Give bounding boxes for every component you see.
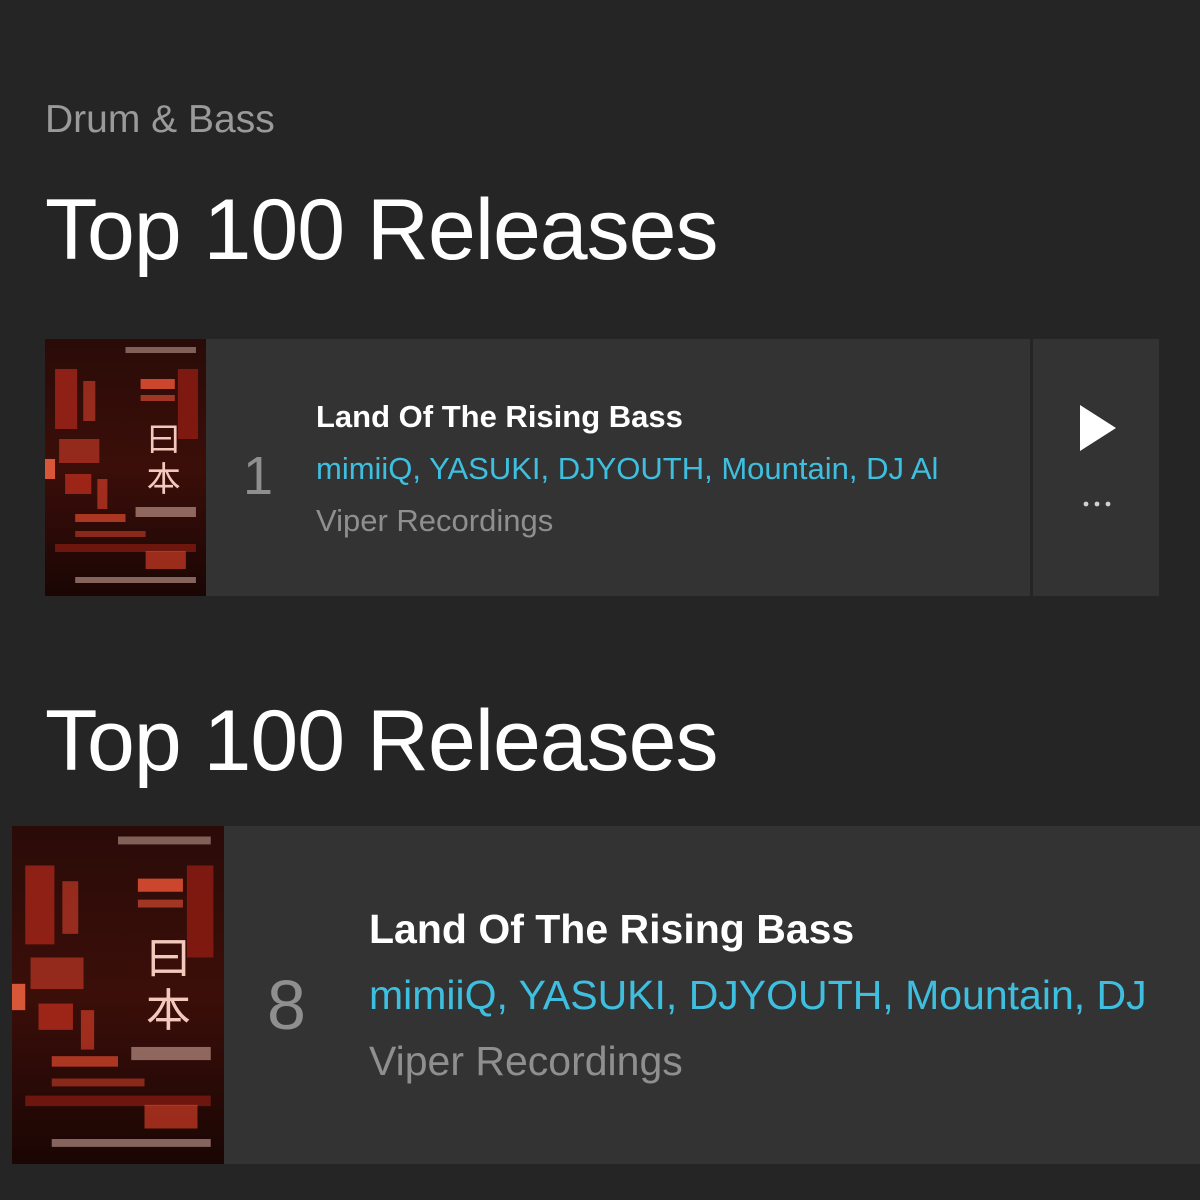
release-artists[interactable]: mimiiQ, YASUKI, DJYOUTH, Mountain, DJ (369, 969, 1200, 1021)
release-label[interactable]: Viper Recordings (316, 501, 1004, 541)
release-info: Land Of The Rising Bass mimiiQ, YASUKI, … (369, 903, 1200, 1087)
release-actions (1033, 339, 1159, 596)
release-row[interactable]: 曰 本 1 Land Of The Rising Bass mimiiQ, YA… (45, 339, 1030, 596)
section-heading: Top 100 Releases (45, 182, 718, 278)
play-button[interactable] (1078, 403, 1118, 453)
release-title[interactable]: Land Of The Rising Bass (316, 397, 1004, 437)
release-rank: 8 (267, 966, 306, 1044)
release-rank: 1 (243, 446, 274, 506)
release-label[interactable]: Viper Recordings (369, 1035, 1200, 1087)
release-cover-image[interactable]: 曰 本 (45, 339, 206, 596)
svg-text:本: 本 (146, 984, 191, 1037)
release-row-zoomed[interactable]: 曰 本 8 Land Of The Rising Bass mimiiQ, YA… (12, 826, 1200, 1164)
top-releases-page: Drum & Bass Top 100 Releases 曰 本 1 Land … (0, 0, 1200, 1200)
genre-label[interactable]: Drum & Bass (45, 97, 275, 143)
svg-text:本: 本 (147, 460, 181, 500)
more-dots-icon (1083, 501, 1111, 507)
release-title[interactable]: Land Of The Rising Bass (369, 903, 1200, 955)
cover-art-graphic: 曰 本 (45, 339, 206, 596)
svg-text:曰: 曰 (146, 931, 191, 984)
release-artists[interactable]: mimiiQ, YASUKI, DJYOUTH, Mountain, DJ Al (316, 449, 1004, 489)
more-options-button[interactable] (1080, 496, 1114, 512)
play-icon (1080, 405, 1116, 451)
section-heading-zoomed: Top 100 Releases (45, 693, 718, 789)
cover-art-graphic: 曰 本 (12, 826, 224, 1164)
release-info: Land Of The Rising Bass mimiiQ, YASUKI, … (316, 397, 1004, 541)
release-cover-image[interactable]: 曰 本 (12, 826, 224, 1164)
svg-text:曰: 曰 (147, 420, 181, 460)
